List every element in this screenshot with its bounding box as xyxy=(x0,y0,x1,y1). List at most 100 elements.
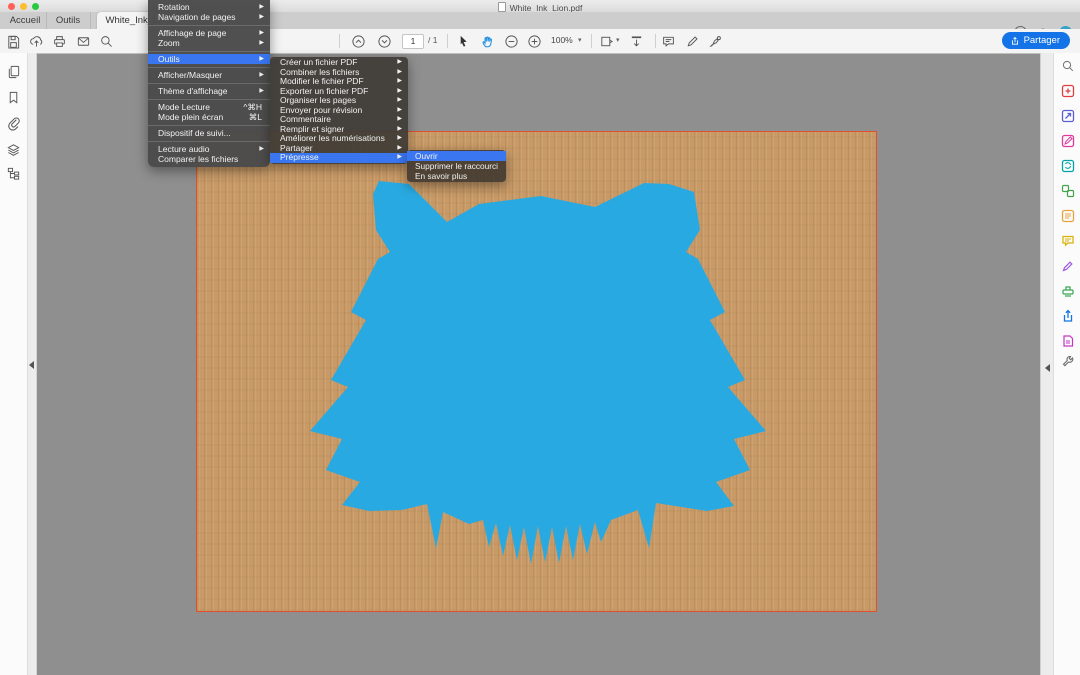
fit-width-icon[interactable] xyxy=(629,34,644,49)
submenu-item-prepress[interactable]: Prépresse▶ xyxy=(270,153,408,163)
menu-item-compare-files[interactable]: Comparer les fichiers xyxy=(148,154,270,164)
chevron-down-icon[interactable]: ▾ xyxy=(616,36,620,44)
toolbar-divider xyxy=(339,34,340,48)
submenu-item-remove-shortcut[interactable]: Supprimer le raccourci xyxy=(407,161,506,171)
highlight-pencil-icon[interactable] xyxy=(685,34,700,49)
tools-pane xyxy=(1053,53,1080,675)
fill-sign-tool-icon[interactable] xyxy=(1061,259,1075,273)
submenu-arrow-icon: ▶ xyxy=(259,144,264,154)
page-total-label: / 1 xyxy=(428,35,437,45)
edit-pdf-icon[interactable] xyxy=(1061,134,1075,148)
fill-sign-pen-icon[interactable] xyxy=(708,34,723,49)
search-icon[interactable] xyxy=(99,34,114,49)
right-pane-splitter[interactable] xyxy=(1040,53,1054,675)
select-tool-icon[interactable] xyxy=(456,34,471,49)
submenu-arrow-icon: ▶ xyxy=(397,106,402,116)
export-pdf-icon[interactable] xyxy=(1061,109,1075,123)
submenu-arrow-icon: ▶ xyxy=(397,96,402,106)
page-display-icon[interactable] xyxy=(599,34,614,49)
content-structure-icon[interactable] xyxy=(6,166,21,181)
submenu-arrow-icon: ▶ xyxy=(397,153,402,163)
submenu-arrow-icon: ▶ xyxy=(397,125,402,135)
page-number-input[interactable]: 1 xyxy=(402,34,424,49)
menu-item-read-aloud[interactable]: Lecture audio▶ xyxy=(148,144,270,154)
prepress-submenu: Ouvrir Supprimer le raccourci En savoir … xyxy=(407,150,506,182)
submenu-arrow-icon: ▶ xyxy=(397,58,402,68)
share-icon xyxy=(1010,36,1020,46)
menu-separator xyxy=(148,67,270,68)
hand-tool-icon[interactable] xyxy=(480,34,495,49)
menu-item-show-hide[interactable]: Afficher/Masquer▶ xyxy=(148,70,270,80)
submenu-arrow-icon: ▶ xyxy=(259,38,264,48)
email-icon[interactable] xyxy=(76,34,91,49)
previous-page-icon[interactable] xyxy=(351,34,366,49)
toolbar-divider xyxy=(655,34,656,48)
menu-item-read-mode[interactable]: Mode Lecture^⌘H xyxy=(148,102,270,112)
pdf-page[interactable] xyxy=(196,131,877,612)
submenu-arrow-icon: ▶ xyxy=(397,87,402,97)
zoom-out-icon[interactable] xyxy=(504,34,519,49)
enhance-scans-icon[interactable] xyxy=(1061,159,1075,173)
submenu-arrow-icon: ▶ xyxy=(397,144,402,154)
menu-separator xyxy=(148,99,270,100)
submenu-arrow-icon: ▶ xyxy=(259,2,264,12)
upload-cloud-icon[interactable] xyxy=(29,34,44,49)
combine-files-icon[interactable] xyxy=(1061,184,1075,198)
shortcut-label: ^⌘H xyxy=(243,102,262,112)
submenu-item-open[interactable]: Ouvrir xyxy=(407,151,506,161)
search-tools-icon[interactable] xyxy=(1061,59,1075,73)
toolbar-divider xyxy=(447,34,448,48)
shortcut-label: ⌘L xyxy=(249,112,262,122)
layers-icon[interactable] xyxy=(6,142,21,157)
submenu-arrow-icon: ▶ xyxy=(259,54,264,64)
menu-item-rotation[interactable]: Rotation▶ xyxy=(148,2,270,12)
submenu-arrow-icon: ▶ xyxy=(397,77,402,87)
share-button[interactable]: Partager xyxy=(1002,32,1070,49)
comment-icon[interactable] xyxy=(661,34,676,49)
next-page-icon[interactable] xyxy=(377,34,392,49)
menu-item-tools[interactable]: Outils▶ xyxy=(148,54,270,64)
submenu-arrow-icon: ▶ xyxy=(397,68,402,78)
acrobat-window: White_Ink_Lion.pdf Accueil Outils White_… xyxy=(0,0,1080,675)
navigation-pane xyxy=(0,53,28,675)
menu-item-tracker[interactable]: Dispositif de suivi... xyxy=(148,128,270,138)
stamp-tool-icon[interactable] xyxy=(1061,284,1075,298)
collapse-left-pane-icon[interactable] xyxy=(29,361,34,369)
menu-item-page-display[interactable]: Affichage de page▶ xyxy=(148,28,270,38)
submenu-item-learn-more[interactable]: En savoir plus xyxy=(407,171,506,181)
tab-home[interactable]: Accueil xyxy=(4,12,47,29)
print-icon[interactable] xyxy=(52,34,67,49)
zoom-in-icon[interactable] xyxy=(527,34,542,49)
submenu-arrow-icon: ▶ xyxy=(259,86,264,96)
toolbar-divider xyxy=(591,34,592,48)
collapse-right-pane-icon[interactable] xyxy=(1045,364,1050,372)
create-pdf-icon[interactable] xyxy=(1061,84,1075,98)
menu-item-zoom[interactable]: Zoom▶ xyxy=(148,38,270,48)
comment-tool-icon[interactable] xyxy=(1061,234,1075,248)
menu-separator xyxy=(148,125,270,126)
bookmarks-icon[interactable] xyxy=(6,90,21,105)
organize-pages-icon[interactable] xyxy=(1061,209,1075,223)
attachments-icon[interactable] xyxy=(6,116,21,131)
menu-separator xyxy=(148,83,270,84)
left-pane-splitter[interactable] xyxy=(28,53,37,675)
submenu-arrow-icon: ▶ xyxy=(397,115,402,125)
lion-silhouette xyxy=(197,132,876,611)
menu-item-display-theme[interactable]: Thème d'affichage▶ xyxy=(148,86,270,96)
protect-icon[interactable] xyxy=(1061,334,1075,348)
menu-separator xyxy=(148,51,270,52)
menu-item-full-screen[interactable]: Mode plein écran⌘L xyxy=(148,112,270,122)
menu-separator xyxy=(148,25,270,26)
zoom-level-dropdown[interactable]: 100% xyxy=(551,35,573,45)
share-file-icon[interactable] xyxy=(1061,309,1075,323)
menu-separator xyxy=(148,141,270,142)
more-tools-wrench-icon[interactable] xyxy=(1061,354,1075,368)
view-menu: Rotation▶ Navigation de pages▶ Affichage… xyxy=(148,0,270,167)
chevron-down-icon[interactable]: ▾ xyxy=(578,36,582,44)
tools-submenu: Créer un fichier PDF▶ Combiner les fichi… xyxy=(270,57,408,164)
tab-tools[interactable]: Outils xyxy=(46,12,91,29)
menu-item-page-navigation[interactable]: Navigation de pages▶ xyxy=(148,12,270,22)
save-icon[interactable] xyxy=(6,34,21,49)
page-thumbnails-icon[interactable] xyxy=(6,64,21,79)
submenu-arrow-icon: ▶ xyxy=(259,28,264,38)
